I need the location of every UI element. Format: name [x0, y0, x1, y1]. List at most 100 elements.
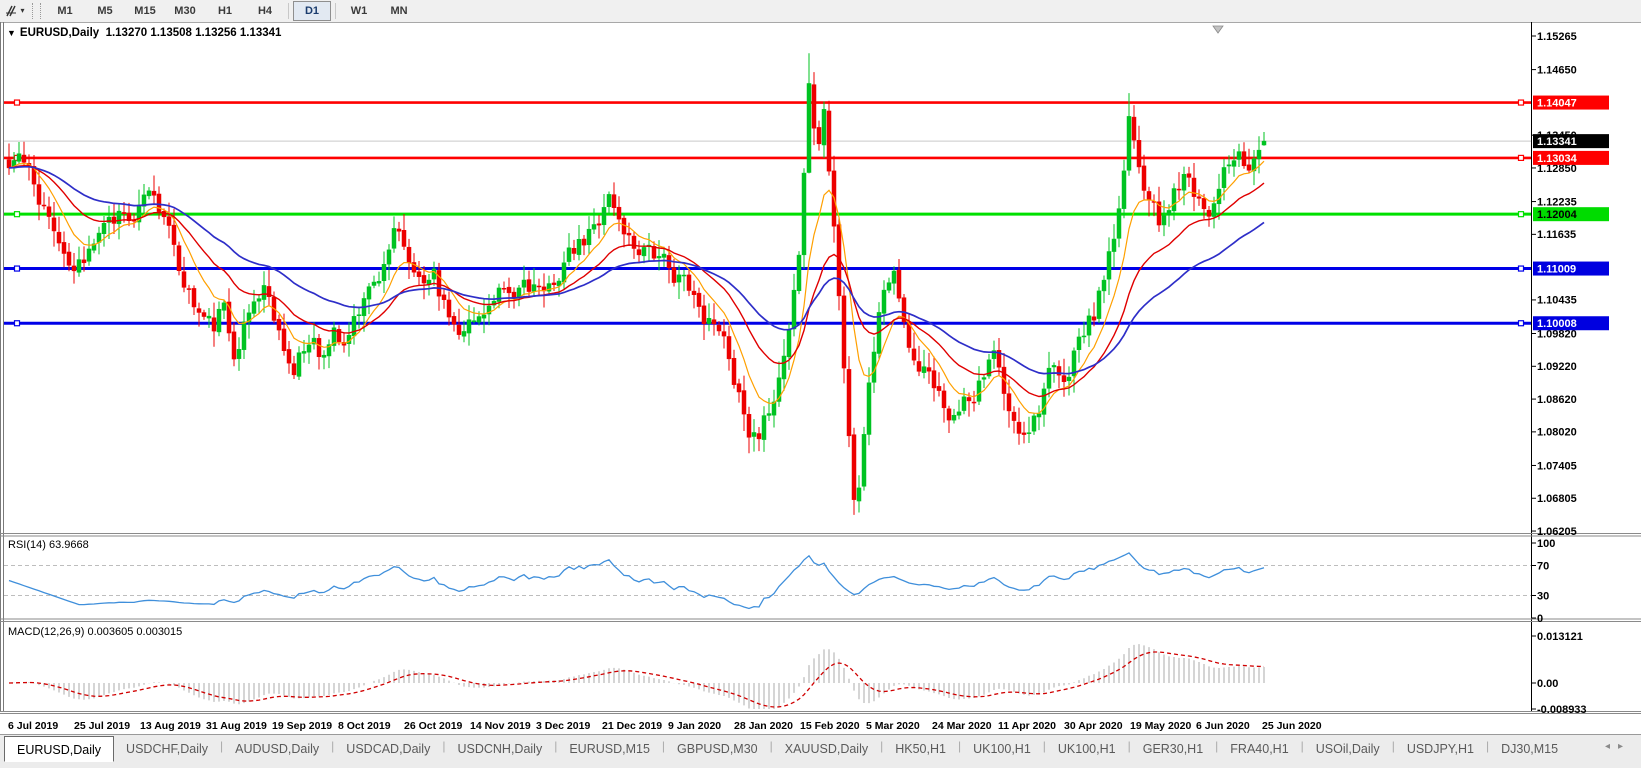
toolbar-separator — [288, 3, 289, 19]
line-handle[interactable] — [15, 266, 20, 271]
tab-scroll-right-icon[interactable]: ▸ — [1618, 741, 1631, 752]
symbol-tab-bar: EURUSD,DailyUSDCHF,Daily|AUDUSD,Daily|US… — [0, 734, 1641, 768]
timeframe-button-h1[interactable]: H1 — [206, 1, 244, 21]
trading-platform-window: ▾ M1M5M15M30H1H4 D1 W1MN 1.15265 1.14650 1.1… — [0, 0, 1641, 768]
line-handle[interactable] — [1519, 212, 1524, 217]
timeframe-button-m5[interactable]: M5 — [86, 1, 124, 21]
svg-text:1.06805: 1.06805 — [1537, 493, 1577, 505]
svg-text:0.00: 0.00 — [1537, 678, 1558, 690]
svg-text:30: 30 — [1537, 590, 1549, 602]
ma-fast-line[interactable] — [9, 161, 1264, 413]
symbol-dropdown-icon[interactable]: ▼ — [7, 28, 16, 38]
macd-signal-line[interactable] — [9, 652, 1264, 707]
line-handle[interactable] — [15, 321, 20, 326]
symbol-tab-usdcnh-daily[interactable]: USDCNH,Daily — [445, 735, 554, 759]
timeframe-button-m15[interactable]: M15 — [126, 1, 164, 21]
symbol-tab-uk100-h1[interactable]: UK100,H1 — [961, 735, 1043, 759]
macd-pane — [9, 644, 1264, 709]
svg-text:1.09220: 1.09220 — [1537, 361, 1577, 373]
svg-text:0.013121: 0.013121 — [1537, 631, 1583, 643]
symbol-tab-audusd-daily[interactable]: AUDUSD,Daily — [223, 735, 331, 759]
date-label: 25 Jul 2019 — [74, 720, 130, 732]
date-label: 19 Sep 2019 — [272, 720, 332, 732]
line-handle[interactable] — [1519, 100, 1524, 105]
tab-scroll-arrows[interactable]: ◂▸ — [1605, 741, 1631, 752]
timeframe-button-h4[interactable]: H4 — [246, 1, 284, 21]
chart-shift-marker-icon[interactable] — [1213, 26, 1223, 33]
svg-text:1.12004: 1.12004 — [1537, 209, 1578, 221]
chart-ohlc-values: 1.13270 1.13508 1.13256 1.13341 — [106, 27, 282, 39]
date-label: 28 Jan 2020 — [734, 720, 793, 732]
svg-text:1.10008: 1.10008 — [1537, 318, 1577, 330]
svg-text:1.14650: 1.14650 — [1537, 64, 1577, 76]
rsi-pane — [4, 553, 1531, 609]
symbol-tab-usdchf-daily[interactable]: USDCHF,Daily — [114, 735, 220, 759]
date-label: 19 May 2020 — [1130, 720, 1191, 732]
toolbar-drag-grip[interactable] — [32, 3, 41, 19]
date-label: 8 Oct 2019 — [338, 720, 391, 732]
svg-text:-0.008933: -0.008933 — [1537, 704, 1587, 716]
candlestick-series — [7, 53, 1266, 515]
svg-text:1.07405: 1.07405 — [1537, 460, 1577, 472]
price-axis: 1.152651.146501.134501.128501.122351.116… — [1531, 31, 1587, 716]
chart-title: ▼EURUSD,Daily 1.13270 1.13508 1.13256 1.… — [7, 27, 281, 39]
date-label: 25 Jun 2020 — [1262, 720, 1322, 732]
timeframe-button-m30[interactable]: M30 — [166, 1, 204, 21]
date-label: 26 Oct 2019 — [404, 720, 463, 732]
chart-canvas[interactable]: 1.152651.146501.134501.128501.122351.116… — [0, 22, 1641, 734]
symbol-tab-eurusd-daily[interactable]: EURUSD,Daily — [4, 736, 114, 762]
macd-indicator-label: MACD(12,26,9) 0.003605 0.003015 — [8, 626, 182, 638]
svg-text:1.15265: 1.15265 — [1537, 31, 1577, 43]
symbol-tab-xauusd-daily[interactable]: XAUUSD,Daily — [773, 735, 880, 759]
date-label: 15 Feb 2020 — [800, 720, 860, 732]
svg-text:1.12235: 1.12235 — [1537, 196, 1577, 208]
tab-scroll-left-icon[interactable]: ◂ — [1605, 741, 1618, 752]
date-label: 3 Dec 2019 — [536, 720, 590, 732]
chevron-down-icon: ▾ — [20, 7, 24, 15]
date-label: 9 Jan 2020 — [668, 720, 721, 732]
pane-borders — [0, 22, 1641, 714]
symbol-tab-fra40-h1[interactable]: FRA40,H1 — [1218, 735, 1300, 759]
toolbar-separator — [335, 3, 336, 19]
symbol-tab-gbpusd-m30[interactable]: GBPUSD,M30 — [665, 735, 770, 759]
svg-text:1.10435: 1.10435 — [1537, 295, 1577, 307]
timeframe-toolbar: ▾ M1M5M15M30H1H4 D1 W1MN — [0, 0, 1641, 23]
date-label: 31 Aug 2019 — [206, 720, 267, 732]
svg-text:0: 0 — [1537, 613, 1543, 625]
symbol-tab-ger30-h1[interactable]: GER30,H1 — [1131, 735, 1215, 759]
moving-average-lines — [9, 161, 1264, 413]
date-label: 24 Mar 2020 — [932, 720, 992, 732]
symbol-tab-usdcad-daily[interactable]: USDCAD,Daily — [334, 735, 442, 759]
date-label: 6 Jun 2020 — [1196, 720, 1250, 732]
timeframe-button-mn[interactable]: MN — [380, 1, 418, 21]
symbol-tab-usdjpy-h1[interactable]: USDJPY,H1 — [1395, 735, 1486, 759]
rsi-line[interactable] — [9, 553, 1264, 609]
timeframe-button-m1[interactable]: M1 — [46, 1, 84, 21]
svg-text:1.13034: 1.13034 — [1537, 153, 1578, 165]
symbol-tab-eurusd-m15[interactable]: EURUSD,M15 — [557, 735, 662, 759]
ma-slow-line[interactable] — [9, 167, 1264, 374]
horizontal-lines — [4, 100, 1531, 326]
symbol-tab-usoil-daily[interactable]: USOil,Daily — [1304, 735, 1392, 759]
date-label: 6 Jul 2019 — [8, 720, 58, 732]
rsi-indicator-label: RSI(14) 63.9668 — [8, 539, 89, 551]
line-handle[interactable] — [15, 212, 20, 217]
svg-text:1.11635: 1.11635 — [1537, 229, 1576, 241]
timeframe-button-d1[interactable]: D1 — [293, 1, 331, 21]
line-handle[interactable] — [1519, 321, 1524, 326]
symbol-tab-uk100-h1[interactable]: UK100,H1 — [1046, 735, 1128, 759]
line-handle[interactable] — [1519, 155, 1524, 160]
svg-text:70: 70 — [1537, 560, 1549, 572]
date-label: 21 Dec 2019 — [602, 720, 662, 732]
line-handle[interactable] — [1519, 266, 1524, 271]
svg-text:1.13341: 1.13341 — [1537, 136, 1577, 148]
svg-text:1.11009: 1.11009 — [1537, 264, 1576, 276]
symbol-tab-dj30-m15[interactable]: DJ30,M15 — [1489, 735, 1570, 759]
cursor-tool-icon[interactable]: ▾ — [0, 1, 30, 21]
timeframe-button-w1[interactable]: W1 — [340, 1, 378, 21]
crosshair-icon — [5, 4, 19, 18]
line-handle[interactable] — [15, 100, 20, 105]
timeframe-buttons: M1M5M15M30H1H4 D1 W1MN — [45, 1, 419, 21]
date-label: 13 Aug 2019 — [140, 720, 201, 732]
symbol-tab-hk50-h1[interactable]: HK50,H1 — [883, 735, 958, 759]
